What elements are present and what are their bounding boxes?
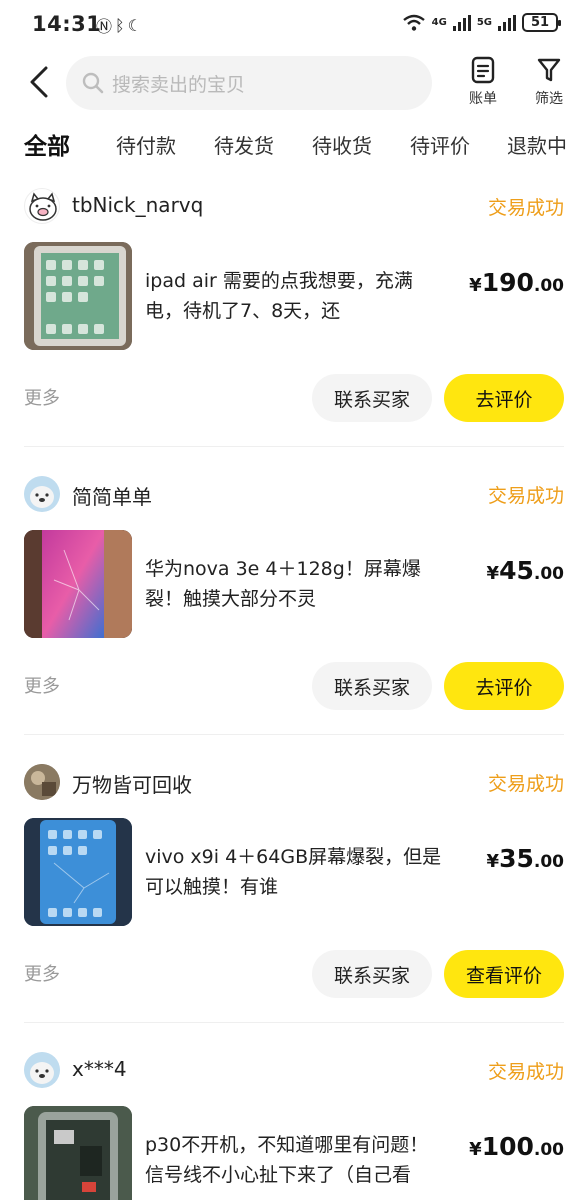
- item-title[interactable]: p30不开机，不知道哪里有问题！信号线不小心扯下来了（自己看: [145, 1130, 445, 1190]
- product-thumbnail[interactable]: [24, 818, 132, 926]
- avatar[interactable]: [24, 764, 60, 800]
- more-link[interactable]: 更多: [24, 384, 60, 410]
- seller-name[interactable]: x***4: [72, 1057, 127, 1081]
- bill-icon: [471, 56, 495, 84]
- divider: [24, 734, 564, 735]
- product-thumbnail[interactable]: [24, 242, 132, 350]
- more-link[interactable]: 更多: [24, 960, 60, 986]
- status-time: 14:31: [32, 12, 102, 36]
- currency-symbol: ¥: [469, 275, 482, 296]
- signal-icon: [452, 14, 471, 31]
- filter-button[interactable]: 筛选: [526, 56, 572, 108]
- product-thumbnail[interactable]: [24, 1106, 132, 1200]
- order-card: x***4 交易成功 p30不开机，不知道哪里有问题！信号线不小心扯下来了（自己…: [0, 1044, 588, 1200]
- order-card: 简简单单 交易成功 华为nova 3e 4＋128g！屏幕爆裂！触摸大部分不灵 …: [0, 468, 588, 738]
- more-link[interactable]: 更多: [24, 672, 60, 698]
- view-review-button[interactable]: 查看评价: [444, 950, 564, 998]
- signal-icon-2: [498, 14, 516, 31]
- photo-avatar-icon: [24, 764, 60, 800]
- order-tabs: 全部 待付款 待发货 待收货 待评价 退款中: [0, 122, 588, 172]
- avatar[interactable]: [24, 188, 60, 224]
- order-card: 万物皆可回收 交易成功 vivo x9i 4＋64GB屏幕爆裂，但是可以触摸！有…: [0, 756, 588, 1026]
- order-status: 交易成功: [487, 197, 564, 219]
- review-button[interactable]: 去评价: [444, 662, 564, 710]
- price-integer: 35: [499, 844, 534, 873]
- product-thumbnail[interactable]: [24, 530, 132, 638]
- item-price: ¥100.00: [469, 1132, 564, 1161]
- contact-buyer-button[interactable]: 联系买家: [312, 662, 432, 710]
- bill-label: 账单: [469, 91, 497, 107]
- search-placeholder: 搜索卖出的宝贝: [112, 73, 246, 96]
- moon-icon: ☾: [127, 15, 142, 35]
- seller-name[interactable]: 简简单单: [72, 481, 152, 510]
- contact-buyer-button[interactable]: 联系买家: [312, 950, 432, 998]
- seal-avatar-icon: [24, 476, 60, 512]
- tab-all[interactable]: 全部: [22, 127, 72, 161]
- price-integer: 100: [481, 1132, 534, 1161]
- search-icon: [82, 72, 104, 94]
- header: 搜索卖出的宝贝 账单 筛选: [0, 52, 588, 114]
- item-title[interactable]: ipad air 需要的点我想要，充满电，待机了7、8天，还: [145, 266, 445, 326]
- item-price: ¥190.00: [469, 268, 564, 297]
- chevron-left-icon: [30, 66, 48, 98]
- back-button[interactable]: [22, 62, 56, 102]
- item-price: ¥35.00: [487, 844, 564, 873]
- tab-refund[interactable]: 退款中: [507, 130, 567, 159]
- item-title[interactable]: 华为nova 3e 4＋128g！屏幕爆裂！触摸大部分不灵: [145, 554, 445, 614]
- tablet-image: [24, 242, 132, 350]
- divider: [24, 1022, 564, 1023]
- order-status: 交易成功: [487, 773, 564, 795]
- network-5g: 5G: [476, 16, 492, 28]
- bill-button[interactable]: 账单: [460, 56, 506, 108]
- battery-icon: 51: [522, 13, 561, 32]
- status-right-icons: 4G 5G 51: [402, 13, 561, 32]
- item-price: ¥45.00: [487, 556, 564, 585]
- network-4g: 4G: [431, 16, 447, 28]
- phone-image: [24, 818, 132, 926]
- wifi-icon: [402, 14, 425, 31]
- divider: [24, 446, 564, 447]
- seller-name[interactable]: 万物皆可回收: [72, 769, 192, 798]
- currency-symbol: ¥: [486, 851, 500, 872]
- price-decimal: .00: [533, 1140, 564, 1160]
- seal-avatar-icon: [24, 1052, 60, 1088]
- tab-pending-receipt[interactable]: 待收货: [312, 130, 372, 159]
- search-input[interactable]: 搜索卖出的宝贝: [66, 56, 432, 110]
- order-card: tbNick_narvq 交易成功 ipad air 需要的点我想要，充满电，待…: [0, 180, 588, 450]
- tab-pending-payment[interactable]: 待付款: [116, 130, 176, 159]
- nfc-icon: Ⓝ: [96, 17, 113, 36]
- price-integer: 45: [499, 556, 534, 585]
- price-integer: 190: [481, 268, 534, 297]
- contact-buyer-button[interactable]: 联系买家: [312, 374, 432, 422]
- avatar[interactable]: [24, 476, 60, 512]
- currency-symbol: ¥: [486, 563, 500, 584]
- currency-symbol: ¥: [469, 1139, 482, 1160]
- order-status: 交易成功: [487, 485, 564, 507]
- price-decimal: .00: [533, 852, 564, 872]
- filter-label: 筛选: [535, 91, 563, 107]
- price-decimal: .00: [533, 564, 564, 584]
- tab-pending-review[interactable]: 待评价: [410, 130, 470, 159]
- seller-name[interactable]: tbNick_narvq: [72, 193, 203, 217]
- price-decimal: .00: [533, 276, 564, 296]
- pig-avatar-icon: [29, 192, 57, 221]
- avatar[interactable]: [24, 1052, 60, 1088]
- item-title[interactable]: vivo x9i 4＋64GB屏幕爆裂，但是可以触摸！有谁: [145, 842, 445, 902]
- status-left-icons: Ⓝ ᛒ ☾: [96, 13, 142, 37]
- tab-pending-shipment[interactable]: 待发货: [214, 130, 274, 159]
- bluetooth-icon: ᛒ: [115, 15, 125, 35]
- phone-image: [24, 530, 132, 638]
- status-bar: 14:31 Ⓝ ᛒ ☾ 4G 5G 51: [0, 0, 588, 50]
- filter-icon: [537, 58, 561, 82]
- review-button[interactable]: 去评价: [444, 374, 564, 422]
- phone-parts-image: [24, 1106, 132, 1200]
- order-status: 交易成功: [487, 1061, 564, 1083]
